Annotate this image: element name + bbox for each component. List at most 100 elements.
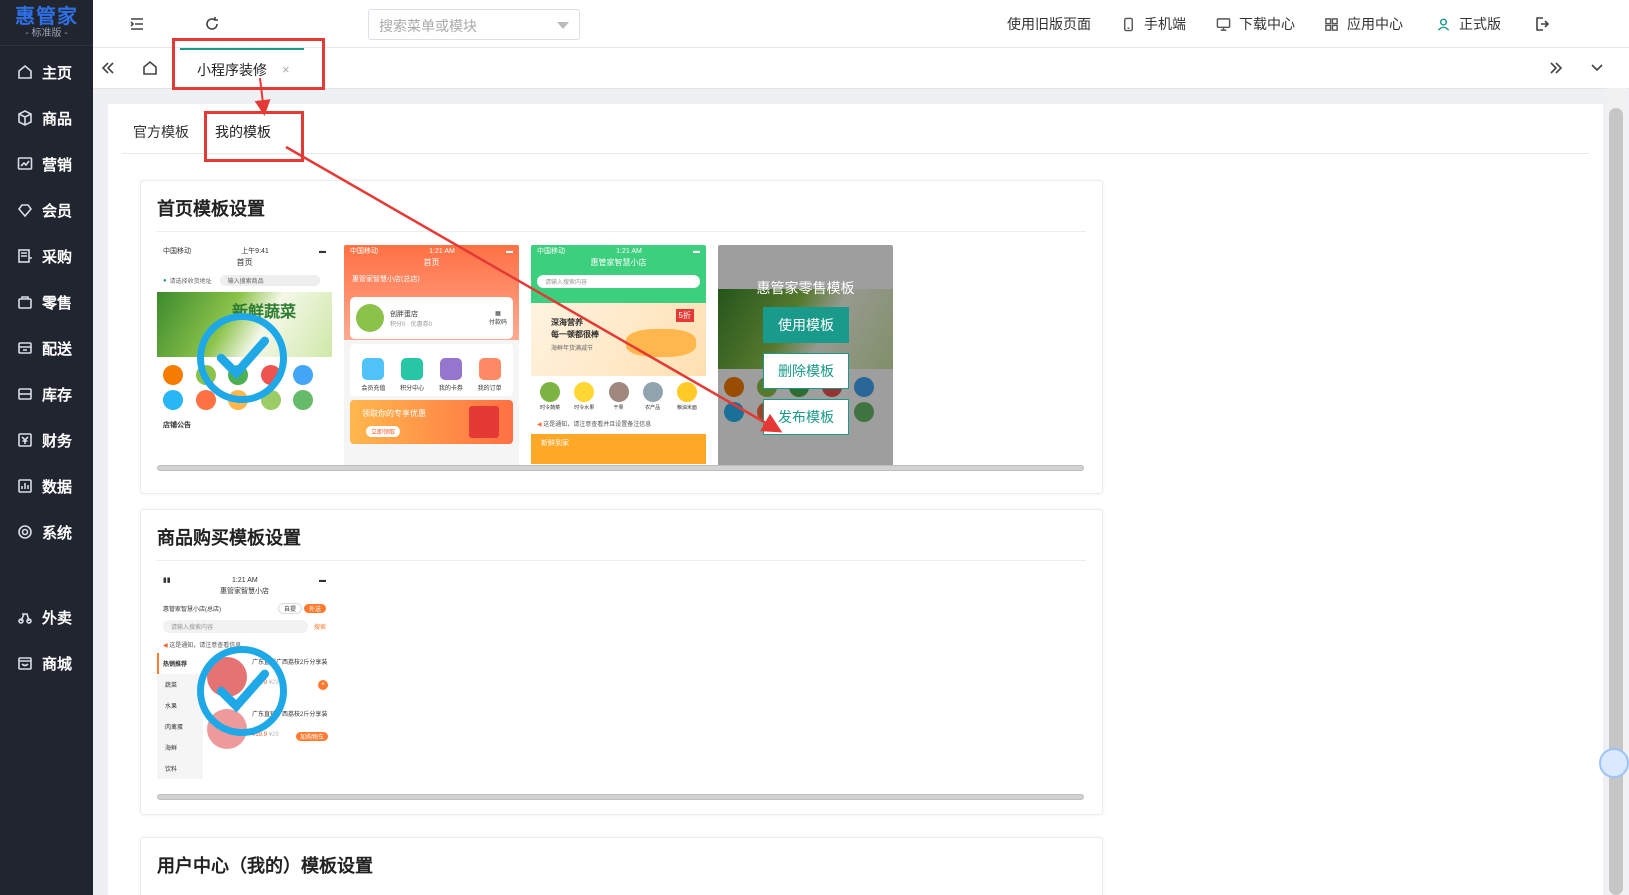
sidebar-item-takeout[interactable]: 外卖 <box>0 597 93 637</box>
sidebar-item-home[interactable]: 主页 <box>0 52 93 92</box>
tab-divider <box>122 153 1589 154</box>
location-icon: ● <box>163 277 167 284</box>
sidebar-item-mall[interactable]: 商城 <box>0 643 93 683</box>
tab-label: 小程序装修 <box>197 61 267 78</box>
sidebar-item-label: 库存 <box>42 386 73 404</box>
sidebar-item-label: 营销 <box>42 156 73 174</box>
category-icon <box>293 365 314 385</box>
home-template-thumb-3[interactable]: 中国移动 1:21 AM ▬ 惠管家智慧小店 请输入搜索内容 深海营养 每一顿都很棒… <box>531 245 706 470</box>
sidebar-item-data[interactable]: 数据 <box>0 466 93 506</box>
double-chevron-right-icon[interactable] <box>1546 58 1566 78</box>
sidebar-item-retail[interactable]: 零售 <box>0 282 93 322</box>
coupon-text: 领取你的专享优惠 <box>362 409 426 418</box>
category-item: 农产品 <box>642 382 663 411</box>
box-icon <box>16 109 34 127</box>
category-item: 水果 <box>165 704 178 710</box>
category-row: 时令蔬菜 时令水果 干果 农产品 粮油米面 <box>531 376 706 417</box>
search-row: 请输入搜索内容 搜索 <box>157 617 332 636</box>
add-icon: + <box>318 680 328 690</box>
time: 1:21 AM <box>232 576 258 584</box>
category-icon <box>574 382 595 402</box>
menu-search-input[interactable]: 搜索菜单或模块 <box>368 9 580 40</box>
sidebar-item-label: 数据 <box>42 478 73 496</box>
sidebar-item-member[interactable]: 会员 <box>0 190 93 230</box>
section-title: 首页模板设置 <box>157 199 265 219</box>
inventory-icon <box>16 385 34 403</box>
use-template-button[interactable]: 使用模板 <box>763 307 849 343</box>
horizontal-scrollbar[interactable] <box>157 465 1084 471</box>
carrier: 中国移动 <box>163 248 191 255</box>
store-card: 创胖蛋店 积分0 · 优惠券0 ▦ 付款码 <box>350 297 513 339</box>
app-center-link[interactable]: 应用中心 <box>1323 14 1403 34</box>
function-item: 我的卡券 <box>439 358 463 392</box>
nav-title: 惠管家智慧小店 <box>220 588 269 595</box>
function-label: 积分中心 <box>400 386 425 392</box>
tab-my-templates[interactable]: 我的模板 <box>215 122 271 142</box>
function-grid: 会员充值 积分中心 我的卡券 我的订单 <box>350 344 513 396</box>
home-template-thumb-1[interactable]: 中国移动 上午9:41 ▬ 首页 ● 请选择收货地址 输入搜索商品 新鲜蔬菜 店铺公告 <box>157 245 332 470</box>
floating-assistant-icon[interactable] <box>1599 748 1629 778</box>
chevron-down-icon[interactable] <box>1587 58 1607 78</box>
sidebar-item-label: 财务 <box>42 432 73 450</box>
double-chevron-left-icon[interactable] <box>98 58 118 78</box>
old-page-link[interactable]: 使用旧版页面 <box>1007 14 1091 34</box>
notice-text: 这是通知，请注意查看并且设置备注信息 <box>543 422 652 428</box>
sidebar-item-system[interactable]: 系统 <box>0 512 93 552</box>
logo-title: 惠管家 <box>15 5 78 28</box>
divider <box>157 560 1086 561</box>
home-template-thumb-2[interactable]: 中国移动 1:21 AM ▬ 首页 惠管家智慧小店(总店) 创胖蛋店 积分0 · 优惠… <box>344 245 519 470</box>
category-list: 热销推荐 蔬菜 水果 肉禽蛋 海鲜 饮料 <box>157 653 203 779</box>
store-meta: 积分0 · 优惠券0 <box>390 321 433 328</box>
battery-icon: ▬ <box>693 247 700 255</box>
sidebar-item-label: 采购 <box>42 248 73 266</box>
sidebar-item-marketing[interactable]: 营销 <box>0 144 93 184</box>
product-old-price: ¥29 <box>268 732 279 738</box>
publish-template-button[interactable]: 发布模板 <box>763 399 849 435</box>
buy-template-thumb-1[interactable]: ▮▮ 1:21 AM ▬ 惠管家智慧小店 惠管家智慧小店(总店) 自提 外送 请输入搜索… <box>157 574 332 794</box>
avatar <box>356 304 384 332</box>
home-template-thumb-4[interactable]: 惠管家零售模板 使用模板 删除模板 发布模板 <box>718 245 893 470</box>
sidebar-item-delivery[interactable]: 配送 <box>0 328 93 368</box>
tab-official-templates[interactable]: 官方模板 <box>133 122 189 142</box>
logout-icon[interactable] <box>1532 14 1552 34</box>
carrier: 中国移动 <box>350 248 378 255</box>
home-tab-icon[interactable] <box>140 58 160 78</box>
sidebar-item-finance[interactable]: 财务 <box>0 420 93 460</box>
qr-code-icon: ▦ 付款码 <box>488 311 507 326</box>
old-page-label: 使用旧版页面 <box>1007 16 1091 32</box>
function-label: 我的订单 <box>477 386 502 392</box>
delete-template-button[interactable]: 删除模板 <box>763 353 849 389</box>
logo-subtitle: - 标准版 - <box>25 27 68 39</box>
sidebar-item-label: 零售 <box>42 294 73 312</box>
horizontal-scrollbar[interactable] <box>157 794 1084 800</box>
location-text: 惠管家智慧小店(总店) <box>163 607 221 613</box>
menu-fold-icon[interactable] <box>127 14 147 34</box>
battery-icon: ▬ <box>506 247 513 255</box>
purchase-icon <box>16 247 34 265</box>
chevron-down-icon[interactable] <box>557 22 569 29</box>
category-item-active: 热销推荐 <box>157 653 203 674</box>
carrier: 中国移动 <box>537 248 565 255</box>
category-item: 干果 <box>608 382 629 411</box>
pickup-tag: 自提 <box>277 603 302 614</box>
coupon-banner: 领取你的专享优惠 立即领取 <box>350 400 513 444</box>
diamond-icon <box>16 201 34 219</box>
sidebar-item-inventory[interactable]: 库存 <box>0 374 93 414</box>
category-label: 时令蔬菜 <box>540 405 561 411</box>
address-row: ● 请选择收货地址 输入搜索商品 <box>157 273 332 288</box>
download-center-link[interactable]: 下载中心 <box>1215 14 1295 34</box>
version-switch[interactable]: 正式版 <box>1435 14 1501 34</box>
category-label: 农产品 <box>645 405 661 411</box>
app-logo[interactable]: 惠管家 - 标准版 - <box>0 0 93 46</box>
sidebar-item-purchase[interactable]: 采购 <box>0 236 93 276</box>
close-icon[interactable]: × <box>282 62 290 77</box>
refresh-icon[interactable] <box>202 14 222 34</box>
category-label: 时令水果 <box>574 405 595 411</box>
red-envelope-icon <box>469 406 499 438</box>
tab-mini-program-decoration[interactable]: 小程序装修 × <box>180 48 304 89</box>
selected-check-icon <box>197 646 287 736</box>
apps-label: 应用中心 <box>1347 16 1403 32</box>
mobile-link[interactable]: 手机端 <box>1120 14 1186 34</box>
battery-icon: ▬ <box>319 576 326 584</box>
sidebar-item-goods[interactable]: 商品 <box>0 98 93 138</box>
